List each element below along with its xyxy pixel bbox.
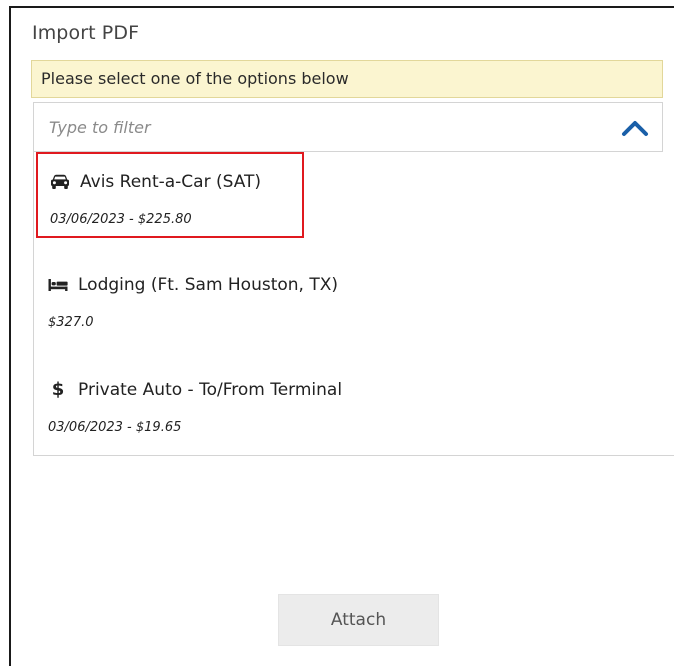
option-label: Lodging (Ft. Sam Houston, TX): [78, 275, 339, 295]
attach-button[interactable]: Attach: [278, 594, 439, 646]
chevron-up-icon[interactable]: [620, 115, 650, 139]
dialog-title: Import PDF: [32, 22, 140, 44]
dollar-icon: $: [51, 379, 65, 400]
option-label: Private Auto - To/From Terminal: [78, 380, 343, 400]
option-private-auto[interactable]: $ Private Auto - To/From Terminal 03/06/…: [36, 362, 342, 448]
option-label: Avis Rent-a-Car (SAT): [80, 172, 262, 192]
option-lodging[interactable]: Lodging (Ft. Sam Houston, TX) $327.0: [36, 257, 338, 343]
bed-icon: [48, 276, 68, 294]
car-icon: [50, 173, 70, 191]
option-detail: 03/06/2023 - $225.80: [50, 212, 192, 227]
option-avis-rent-a-car[interactable]: Avis Rent-a-Car (SAT) 03/06/2023 - $225.…: [36, 152, 304, 238]
filter-input[interactable]: [34, 103, 594, 151]
filter-box: [33, 102, 663, 152]
option-detail: $327.0: [48, 315, 94, 330]
options-list: Avis Rent-a-Car (SAT) 03/06/2023 - $225.…: [33, 152, 674, 456]
option-detail: 03/06/2023 - $19.65: [48, 420, 182, 435]
selection-notice: Please select one of the options below: [31, 60, 663, 98]
